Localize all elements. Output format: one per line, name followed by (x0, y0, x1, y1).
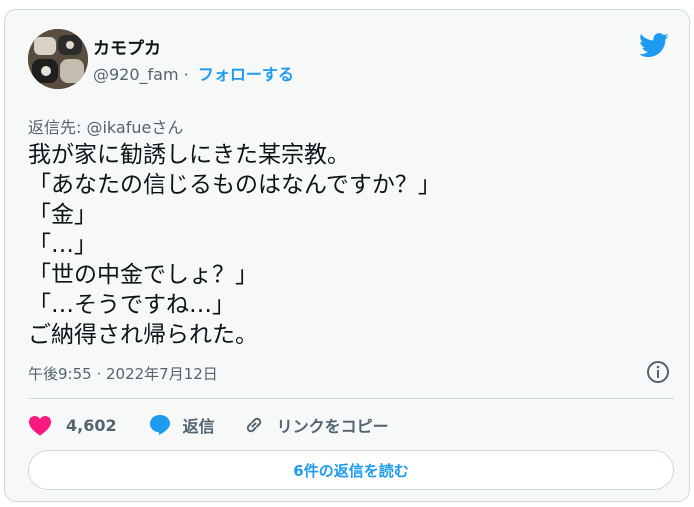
author-meta: @920_fam · フォローする (93, 61, 294, 85)
like-count: 4,602 (66, 415, 117, 435)
meta-separator: · (183, 65, 189, 84)
info-icon[interactable] (646, 360, 670, 384)
reply-to-label[interactable]: 返信先: @ikafueさん (28, 114, 183, 138)
tweet-line: 我が家に勧誘しにきた某宗教。 (28, 142, 350, 168)
read-replies-label: 6件の返信を読む (293, 461, 409, 480)
tweet-line: 「…」 (28, 232, 97, 258)
copy-link-label: リンクをコピー (276, 417, 389, 436)
reply-button[interactable]: 返信 (149, 413, 215, 437)
tweet-line: 「あなたの信じるものはなんですか？」 (28, 172, 441, 198)
action-bar: 4,602 返信 リンクをコピー (28, 411, 389, 439)
tweet-text: 我が家に勧誘しにきた某宗教。 「あなたの信じるものはなんですか？」 「金」 「…… (28, 140, 441, 350)
tweet-line: 「世の中金でしょ？」 (28, 262, 258, 288)
speech-bubble-icon (149, 415, 170, 435)
tweet-line: ご納得され帰られた。 (28, 322, 258, 348)
like-button[interactable]: 4,602 (28, 414, 117, 436)
link-icon (246, 417, 261, 433)
twitter-bird-icon[interactable] (639, 33, 669, 58)
display-name[interactable]: カモプカ (93, 34, 161, 59)
heart-icon (29, 416, 51, 436)
avatar[interactable] (28, 29, 88, 89)
tweet-card: カモプカ @920_fam · フォローする 返信先: @ikafueさん 我が… (4, 9, 690, 502)
copy-link-button[interactable]: リンクをコピー (243, 413, 389, 437)
read-replies-button[interactable]: 6件の返信を読む (28, 450, 674, 490)
tweet-timestamp[interactable]: 午後9:55 · 2022年7月12日 (28, 363, 218, 384)
divider (28, 398, 674, 399)
tweet-line: 「金」 (28, 202, 97, 228)
tweet-line: 「…そうですね…」 (28, 292, 235, 318)
user-handle[interactable]: @920_fam (93, 65, 179, 84)
reply-label: 返信 (182, 417, 215, 436)
follow-link[interactable]: フォローする (198, 65, 294, 84)
